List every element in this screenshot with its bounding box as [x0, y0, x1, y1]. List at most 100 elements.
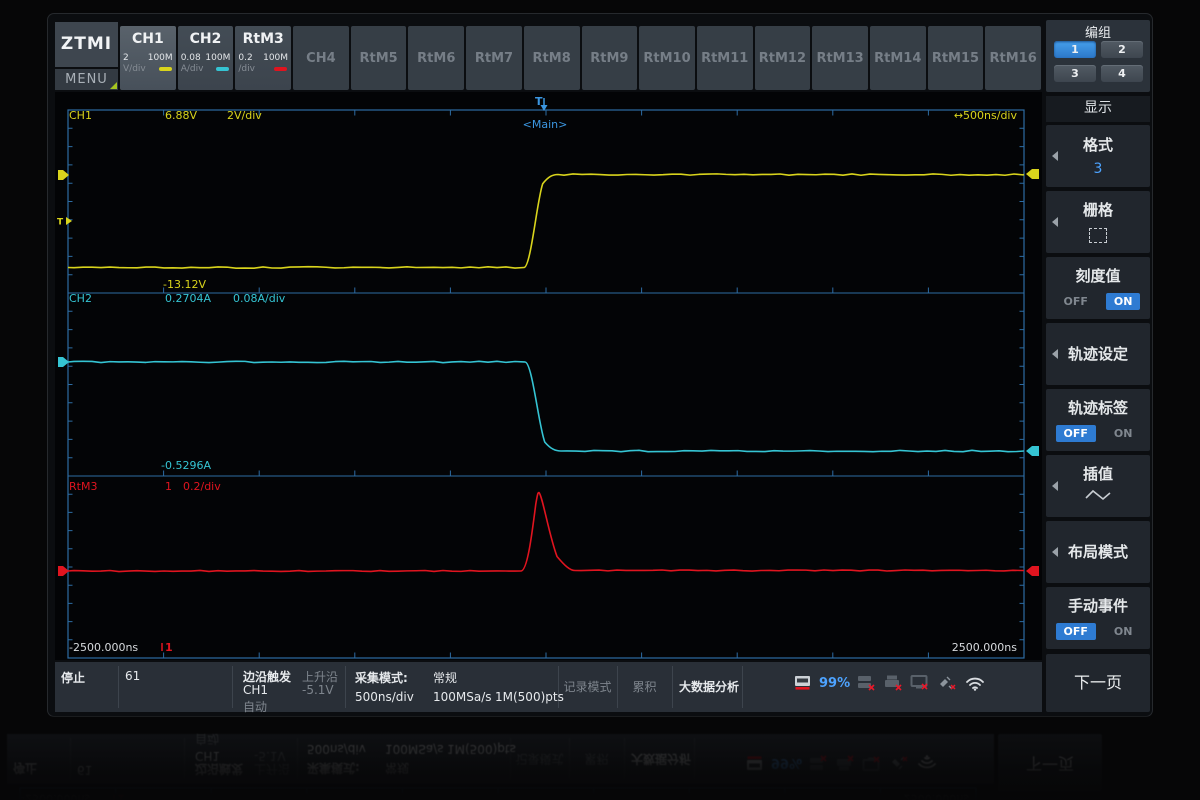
screen-reflection: ZTMI MENU CH1 2100M V/div CH2 0.08100M A… [0, 716, 1200, 800]
menu-corner-triangle-icon [110, 82, 117, 89]
display-output-icon [910, 674, 931, 692]
status-bar: 停止 61 边沿触发 CH1 自动 上升沿 -5.1V 采集模式: 常规 500… [55, 660, 1042, 712]
format-softkey[interactable]: 格式 3 [1046, 125, 1150, 187]
tab-rtm15[interactable]: RtM15 [928, 26, 984, 90]
tab-rtm10[interactable]: RtM10 [639, 26, 695, 90]
level-marker-right[interactable] [1026, 566, 1039, 576]
tab-rtm7[interactable]: RtM7 [466, 26, 522, 90]
scale-value-softkey[interactable]: 刻度值 OFF ON [1046, 257, 1150, 319]
big-data-analysis-button: 大数据分析 [631, 751, 691, 768]
time-start-label: -2500.000ns [69, 641, 138, 654]
grid-softkey[interactable]: 栅格 [1046, 191, 1150, 253]
manual-event-off[interactable]: OFF [1056, 623, 1096, 640]
trace-label-softkey[interactable]: 轨迹标签 OFF ON [1046, 389, 1150, 451]
tab-rtm6[interactable]: RtM6 [408, 26, 464, 90]
plot-frame [68, 110, 1024, 658]
run-state: 停止 [13, 760, 37, 777]
tab-rtm8[interactable]: RtM8 [524, 26, 580, 90]
big-data-analysis-button[interactable]: 大数据分析 [679, 678, 739, 695]
tab-ch4[interactable]: CH4 [293, 26, 349, 90]
expand-left-icon [1052, 151, 1058, 161]
tab-rtm9[interactable]: RtM9 [582, 26, 638, 90]
trigger-edge: 上升沿 [254, 761, 290, 778]
display-output-icon [862, 754, 883, 772]
trace-rtm3 [68, 493, 1024, 572]
wifi-icon [964, 674, 986, 692]
timebase-label: ↔500ns/div [915, 109, 1017, 122]
trace-label-off[interactable]: OFF [1056, 425, 1096, 442]
tab-ch1-bandwidth: 100M [148, 53, 173, 63]
storage-percent: 99% [819, 676, 850, 691]
ch2-value: 0.2704A [165, 292, 211, 305]
waveform-area: TT CH1 6.88V 2V/div <Main> ↔500ns/div -1… [7, 786, 994, 800]
time-start-label: -2500.000ns [21, 792, 90, 800]
trace-ch2 [68, 361, 1024, 451]
tab-rtm3-bandwidth: 100M [263, 53, 288, 63]
tab-rtm5[interactable]: RtM5 [351, 26, 407, 90]
accumulate: 累积 [617, 678, 672, 695]
group-button-3[interactable]: 3 [1054, 65, 1096, 82]
gps-icon [889, 754, 910, 772]
waveform-canvas: TT [7, 786, 994, 800]
manual-event-on[interactable]: ON [1106, 623, 1141, 640]
tab-ch2-unit: A/div [181, 64, 204, 74]
usb-device-icon [808, 754, 829, 772]
trigger-level-arrow-icon[interactable] [66, 217, 72, 225]
trigger-source: CH1 [195, 749, 220, 763]
status-icons: 99% [745, 754, 938, 772]
trace-label-on[interactable]: ON [1106, 425, 1141, 442]
ssd-status-icon [793, 674, 813, 692]
menu-button[interactable]: MENU [55, 69, 118, 90]
scale-value-off[interactable]: OFF [1056, 293, 1096, 310]
ssd-status-icon [745, 754, 765, 772]
trace-setting-softkey[interactable]: 轨迹设定 [1046, 323, 1150, 385]
interpolation-softkey[interactable]: 插值 [1046, 455, 1150, 517]
level-marker-right[interactable] [1026, 446, 1039, 456]
tab-rtm3[interactable]: RtM3 0.2100M /div [235, 26, 291, 90]
trace-ch1 [68, 174, 1024, 268]
usb-device-icon [856, 674, 877, 692]
acq-sample-rate: 100MSa/s [385, 742, 444, 756]
brand-logo: ZTMI [55, 22, 118, 67]
run-state[interactable]: 停止 [61, 669, 85, 686]
reflection-clone-holder: ZTMI MENU CH1 2100M V/div CH2 0.08100M A… [0, 716, 1200, 800]
acq-mode-label: 采集模式: [307, 760, 360, 777]
tab-rtm13[interactable]: RtM13 [812, 26, 868, 90]
next-page-button[interactable]: 下一页 [1046, 654, 1150, 712]
tab-ch1-unit: V/div [123, 64, 146, 74]
tab-rtm3-unit: /div [238, 64, 255, 74]
softkey-sidebar: 显示 格式 3 栅格 刻度值 OFF ON 轨迹设定 [1046, 96, 1150, 712]
grid-frame-icon [1089, 228, 1107, 243]
tab-ch2-bandwidth: 100M [205, 53, 230, 63]
ch1-color-indicator [159, 67, 172, 71]
level-marker-left[interactable] [58, 566, 69, 576]
acq-timebase: 500ns/div [355, 690, 414, 704]
group-button-1[interactable]: 1 [1054, 41, 1096, 58]
format-value: 3 [1046, 161, 1150, 177]
acquisition-count: 61 [125, 669, 140, 683]
group-panel: 编组 1 2 3 4 [1046, 20, 1150, 92]
ch1-low-value: -13.12V [163, 278, 206, 291]
ch1-scale: 2V/div [227, 109, 262, 122]
tab-rtm14[interactable]: RtM14 [870, 26, 926, 90]
tab-ch2[interactable]: CH2 0.08100M A/div [178, 26, 234, 90]
tab-rtm12[interactable]: RtM12 [755, 26, 811, 90]
oscilloscope-screen: ZTMI MENU CH1 2100M V/div CH2 0.08100M A… [48, 14, 1152, 716]
level-marker-left[interactable] [58, 170, 69, 180]
group-button-4[interactable]: 4 [1101, 65, 1143, 82]
divider [624, 738, 625, 780]
layout-mode-softkey[interactable]: 布局模式 [1046, 521, 1150, 583]
time-end-label: 2500.000ns [867, 792, 969, 800]
tab-rtm16[interactable]: RtM16 [985, 26, 1041, 90]
group-button-2[interactable]: 2 [1101, 41, 1143, 58]
manual-event-softkey[interactable]: 手动事件 OFF ON [1046, 587, 1150, 649]
acq-mode-label: 采集模式: [355, 669, 408, 686]
trigger-level-marker[interactable]: T [57, 218, 64, 228]
menu-label: MENU [65, 72, 108, 87]
tab-ch1[interactable]: CH1 2100M V/div [120, 26, 176, 90]
level-marker-left[interactable] [58, 357, 69, 367]
divider [70, 738, 71, 780]
level-marker-right[interactable] [1026, 169, 1039, 179]
scale-value-on[interactable]: ON [1106, 293, 1141, 310]
tab-rtm11[interactable]: RtM11 [697, 26, 753, 90]
